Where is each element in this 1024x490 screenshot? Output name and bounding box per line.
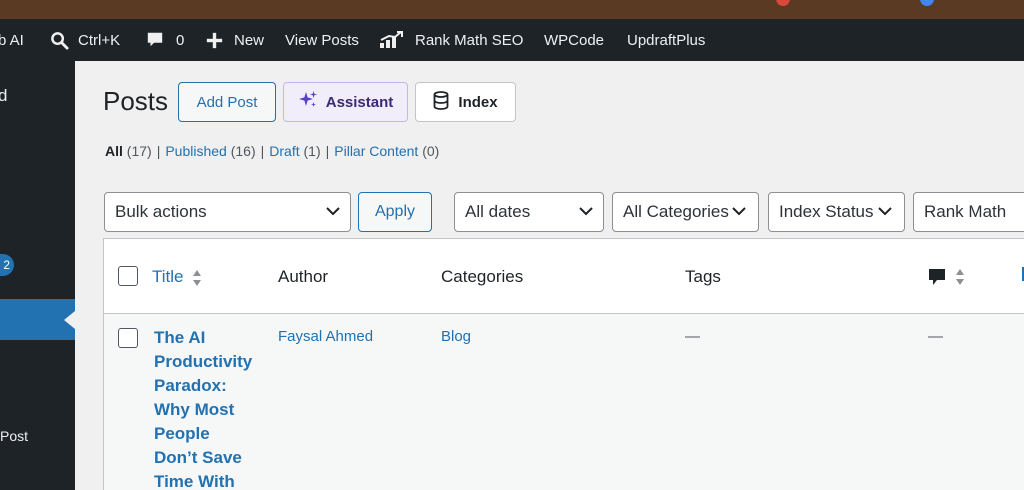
- plus-icon: [206, 32, 223, 49]
- column-title-label: Title: [152, 267, 184, 286]
- post-comments-empty: —: [928, 328, 943, 345]
- sidebar-current-indicator: [64, 311, 75, 329]
- sort-icon: [193, 269, 202, 286]
- posts-table: Title Author Categories Tags The AI Prod…: [103, 238, 1024, 490]
- status-draft-label[interactable]: Draft: [269, 143, 299, 159]
- rank-math-filter-select[interactable]: Rank Math: [913, 192, 1024, 232]
- table-header: Title Author Categories Tags: [104, 239, 1024, 314]
- status-filter-all[interactable]: All (17): [105, 143, 152, 159]
- comments-link[interactable]: 0: [146, 19, 184, 61]
- view-posts-link[interactable]: View Posts: [285, 19, 359, 61]
- updraftplus-label: UpdraftPlus: [627, 31, 706, 49]
- database-icon: [433, 90, 449, 114]
- chevron-down-icon: [326, 207, 340, 216]
- post-title-line: The AI: [154, 328, 206, 347]
- updraftplus-link[interactable]: UpdraftPlus: [627, 19, 705, 61]
- dates-filter-value: All dates: [465, 202, 531, 221]
- status-published-label[interactable]: Published: [165, 143, 227, 159]
- post-title-line: Productivity: [154, 352, 253, 371]
- rank-math-menu[interactable]: Rank Math SEO: [379, 19, 523, 61]
- column-categories: Categories: [441, 267, 524, 286]
- index-label: Index: [458, 93, 498, 111]
- wpcode-label: WPCode: [544, 31, 605, 49]
- column-author: Author: [278, 267, 329, 286]
- dates-filter-select[interactable]: All dates: [454, 192, 604, 232]
- table-row: The AI Productivity Paradox: Why Most Pe…: [104, 314, 1024, 490]
- index-status-select[interactable]: Index Status: [768, 192, 905, 232]
- status-filter-draft[interactable]: Draft (1): [269, 143, 320, 159]
- apply-button[interactable]: Apply: [358, 192, 432, 232]
- assistant-label: Assistant: [325, 93, 394, 111]
- post-category-link[interactable]: Blog: [441, 328, 471, 345]
- bulk-actions-select[interactable]: Bulk actions: [104, 192, 351, 232]
- page-title: Posts: [103, 86, 169, 116]
- post-title-line: Don’t Save: [154, 448, 242, 467]
- status-pillar-label[interactable]: Pillar Content: [334, 143, 418, 159]
- new-label: New: [234, 31, 265, 49]
- comments-count: 0: [176, 31, 185, 49]
- sparkle-icon: [298, 90, 318, 114]
- add-post-button[interactable]: Add Post: [178, 82, 276, 122]
- status-draft-count: (1): [303, 143, 321, 159]
- index-status-value: Index Status: [779, 202, 874, 221]
- sidebar-partial-item[interactable]: d: [0, 86, 7, 106]
- post-title-line: Why Most: [154, 400, 235, 419]
- status-all-count: (17): [126, 143, 152, 159]
- post-author-link[interactable]: Faysal Ahmed: [278, 328, 373, 345]
- post-title-link[interactable]: The AI Productivity Paradox: Why Most Pe…: [154, 326, 264, 490]
- admin-bar: b AI Ctrl+K 0 New View Posts Rank Math S…: [0, 19, 1024, 61]
- new-content-link[interactable]: New: [206, 19, 264, 61]
- select-all-checkbox[interactable]: [118, 266, 138, 286]
- site-name-label: b AI: [0, 31, 24, 49]
- row-checkbox[interactable]: [118, 328, 138, 348]
- column-comments-sort[interactable]: [928, 266, 965, 287]
- index-button[interactable]: Index: [415, 82, 516, 122]
- browser-icon-blue: [920, 0, 934, 6]
- bulk-actions-value: Bulk actions: [115, 202, 207, 221]
- chevron-down-icon: [579, 207, 593, 216]
- sidebar-partial-post-item[interactable]: Post: [0, 428, 28, 444]
- command-search[interactable]: Ctrl+K: [50, 19, 120, 61]
- wpcode-link[interactable]: WPCode: [544, 19, 604, 61]
- search-shortcut-label: Ctrl+K: [78, 31, 121, 49]
- search-icon: [50, 31, 69, 50]
- view-posts-label: View Posts: [285, 31, 359, 49]
- comment-bubble-icon: [929, 268, 945, 285]
- status-published-count: (16): [230, 143, 256, 159]
- status-all-label: All: [105, 143, 123, 159]
- post-title-line: Time With: [154, 472, 235, 490]
- sort-icon: [955, 268, 964, 285]
- categories-filter-value: All Categories: [623, 202, 729, 221]
- status-filter-published[interactable]: Published (16): [165, 143, 255, 159]
- browser-chrome-strip: [0, 0, 1024, 19]
- comment-bubble-icon: [146, 31, 164, 49]
- assistant-button[interactable]: Assistant: [283, 82, 408, 122]
- status-pillar-count: (0): [422, 143, 440, 159]
- rank-math-filter-value: Rank Math: [924, 202, 1007, 221]
- sidebar-update-badge: 2: [0, 254, 14, 276]
- categories-filter-select[interactable]: All Categories: [612, 192, 759, 232]
- chevron-down-icon: [732, 207, 746, 216]
- rank-math-label: Rank Math SEO: [415, 31, 524, 49]
- chevron-down-icon: [878, 207, 892, 216]
- column-tags: Tags: [685, 267, 721, 286]
- status-filter-pillar[interactable]: Pillar Content (0): [334, 143, 439, 159]
- admin-sidebar: d 2 Post: [0, 61, 75, 490]
- post-status-filters: All (17) | Published (16) | Draft (1) | Pillar…: [105, 143, 440, 159]
- browser-icon-red: [776, 0, 790, 6]
- post-tags-empty: —: [685, 328, 700, 345]
- rank-math-icon: [379, 31, 403, 49]
- site-name-link[interactable]: b AI: [0, 19, 24, 61]
- post-title-line: Paradox:: [154, 376, 227, 395]
- column-title-sort[interactable]: Title: [152, 267, 202, 287]
- post-title-line: People: [154, 424, 210, 443]
